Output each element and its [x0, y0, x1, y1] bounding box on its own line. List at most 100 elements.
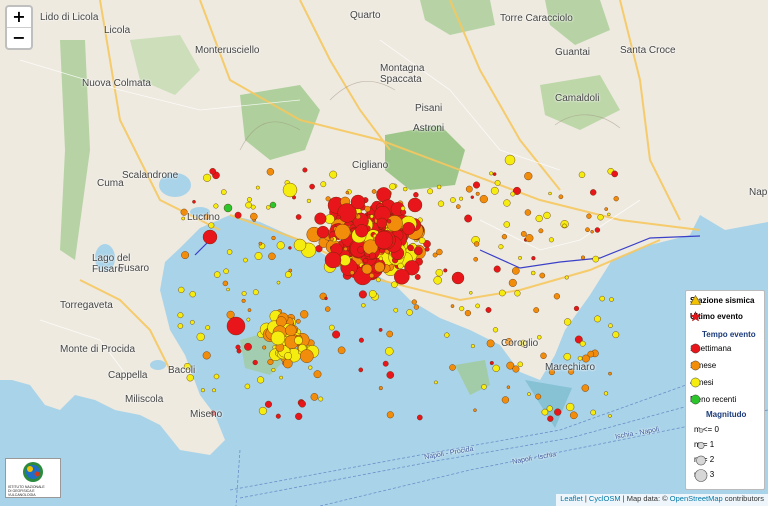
- seismic-event-marker[interactable]: [369, 214, 374, 219]
- seismic-event-marker[interactable]: [343, 246, 348, 251]
- seismic-event-marker[interactable]: [262, 345, 267, 350]
- seismic-event-marker[interactable]: [200, 388, 205, 393]
- seismic-event-marker[interactable]: [178, 286, 185, 294]
- seismic-event-marker[interactable]: [284, 352, 292, 360]
- seismic-event-marker[interactable]: [612, 331, 620, 339]
- zoom-in-button[interactable]: +: [7, 7, 31, 27]
- seismic-event-marker[interactable]: [300, 310, 309, 319]
- seismic-event-marker[interactable]: [486, 339, 495, 348]
- seismic-event-marker[interactable]: [590, 189, 597, 196]
- seismic-event-marker[interactable]: [611, 170, 619, 178]
- seismic-event-marker[interactable]: [363, 258, 369, 264]
- seismic-event-marker[interactable]: [413, 304, 420, 310]
- seismic-event-marker[interactable]: [325, 306, 331, 312]
- seismic-event-marker[interactable]: [492, 327, 499, 333]
- seismic-event-marker[interactable]: [443, 268, 448, 273]
- seismic-event-marker[interactable]: [288, 246, 292, 250]
- seismic-event-marker[interactable]: [299, 349, 314, 363]
- seismic-event-marker[interactable]: [397, 262, 404, 270]
- seismic-event-marker[interactable]: [349, 270, 355, 276]
- seismic-event-marker[interactable]: [328, 324, 335, 331]
- seismic-event-marker[interactable]: [564, 275, 569, 280]
- seismic-event-marker[interactable]: [581, 255, 586, 260]
- seismic-event-marker[interactable]: [416, 414, 423, 421]
- seismic-event-marker[interactable]: [424, 246, 430, 252]
- seismic-event-marker[interactable]: [309, 183, 315, 190]
- seismic-event-marker[interactable]: [553, 293, 561, 300]
- seismic-event-marker[interactable]: [208, 222, 215, 229]
- seismic-event-marker[interactable]: [324, 214, 335, 225]
- seismic-event-marker[interactable]: [609, 297, 614, 302]
- seismic-event-marker[interactable]: [581, 384, 589, 392]
- seismic-event-marker[interactable]: [293, 238, 307, 252]
- seismic-event-marker[interactable]: [473, 181, 481, 189]
- seismic-event-marker[interactable]: [455, 204, 461, 209]
- seismic-event-marker[interactable]: [594, 315, 601, 323]
- seismic-event-marker[interactable]: [608, 371, 612, 376]
- seismic-event-marker[interactable]: [413, 192, 419, 198]
- seismic-event-marker[interactable]: [391, 281, 398, 288]
- seismic-event-marker[interactable]: [181, 251, 190, 260]
- seismic-event-marker[interactable]: [241, 291, 247, 296]
- seismic-event-marker[interactable]: [498, 289, 506, 297]
- seismic-event-marker[interactable]: [385, 347, 394, 356]
- seismic-event-marker[interactable]: [599, 295, 605, 302]
- seismic-event-marker[interactable]: [177, 323, 184, 329]
- seismic-event-marker[interactable]: [535, 393, 542, 400]
- seismic-event-marker[interactable]: [213, 271, 221, 278]
- seismic-event-marker[interactable]: [196, 332, 205, 342]
- seismic-event-marker[interactable]: [376, 217, 388, 229]
- seismic-event-marker[interactable]: [308, 365, 313, 370]
- seismic-event-marker[interactable]: [177, 312, 184, 319]
- seismic-event-marker[interactable]: [586, 213, 592, 219]
- seismic-event-marker[interactable]: [494, 179, 501, 186]
- seismic-event-marker[interactable]: [246, 197, 252, 203]
- seismic-event-marker[interactable]: [490, 186, 499, 195]
- seismic-event-marker[interactable]: [368, 290, 377, 298]
- seismic-event-marker[interactable]: [473, 408, 477, 412]
- seismic-event-marker[interactable]: [434, 380, 438, 385]
- seismic-event-marker[interactable]: [464, 310, 472, 317]
- seismic-event-marker[interactable]: [334, 223, 351, 240]
- seismic-event-marker[interactable]: [541, 408, 549, 416]
- seismic-event-marker[interactable]: [407, 244, 414, 252]
- seismic-event-marker[interactable]: [603, 391, 609, 396]
- seismic-event-marker[interactable]: [525, 234, 534, 243]
- openstreetmap-link[interactable]: OpenStreetMap: [670, 494, 723, 503]
- seismic-event-marker[interactable]: [378, 256, 383, 261]
- seismic-event-marker[interactable]: [314, 212, 327, 225]
- seismic-event-marker[interactable]: [538, 228, 544, 234]
- seismic-event-marker[interactable]: [226, 249, 233, 255]
- seismic-event-marker[interactable]: [475, 303, 480, 309]
- seismic-event-marker[interactable]: [310, 393, 319, 401]
- seismic-event-marker[interactable]: [243, 257, 248, 263]
- seismic-event-marker[interactable]: [533, 307, 540, 313]
- seismic-event-marker[interactable]: [570, 411, 578, 420]
- seismic-event-marker[interactable]: [220, 189, 227, 195]
- seismic-event-marker[interactable]: [386, 219, 392, 224]
- seismic-event-marker[interactable]: [548, 237, 554, 243]
- seismic-event-marker[interactable]: [459, 306, 465, 312]
- seismic-event-marker[interactable]: [320, 181, 327, 188]
- seismic-event-marker[interactable]: [271, 235, 276, 241]
- seismic-event-marker[interactable]: [209, 167, 216, 175]
- seismic-event-marker[interactable]: [205, 325, 211, 330]
- seismic-event-marker[interactable]: [284, 271, 292, 278]
- seismic-event-marker[interactable]: [414, 274, 421, 280]
- seismic-event-marker[interactable]: [489, 171, 494, 176]
- seismic-event-marker[interactable]: [285, 324, 297, 336]
- seismic-event-marker[interactable]: [411, 299, 417, 305]
- seismic-event-marker[interactable]: [450, 197, 456, 203]
- seismic-event-marker[interactable]: [361, 303, 366, 308]
- seismic-event-marker[interactable]: [350, 194, 366, 210]
- seismic-event-marker[interactable]: [226, 316, 246, 336]
- seismic-event-marker[interactable]: [282, 182, 298, 198]
- seismic-event-marker[interactable]: [590, 229, 594, 234]
- seismic-event-marker[interactable]: [203, 173, 212, 182]
- seismic-event-marker[interactable]: [436, 184, 442, 190]
- seismic-event-marker[interactable]: [302, 167, 308, 173]
- seismic-event-marker[interactable]: [358, 290, 367, 299]
- seismic-event-marker[interactable]: [485, 307, 492, 313]
- seismic-event-marker[interactable]: [269, 201, 277, 209]
- seismic-event-marker[interactable]: [313, 370, 322, 379]
